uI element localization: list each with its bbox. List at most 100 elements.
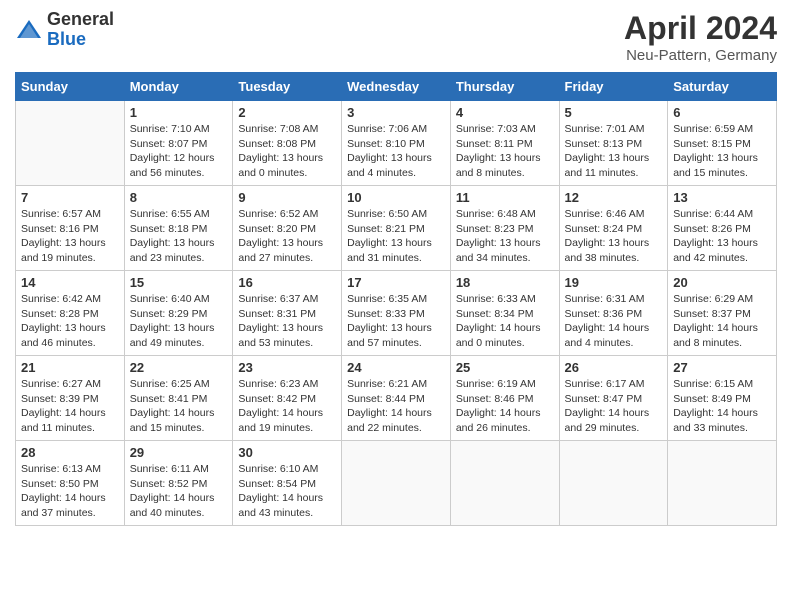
calendar-cell: 15 Sunrise: 6:40 AM Sunset: 8:29 PM Dayli… [124, 271, 233, 356]
logo-general-text: General [47, 10, 114, 30]
day-number: 3 [347, 105, 445, 120]
day-number: 4 [456, 105, 554, 120]
calendar-cell: 12 Sunrise: 6:46 AM Sunset: 8:24 PM Dayli… [559, 186, 668, 271]
day-number: 2 [238, 105, 336, 120]
day-number: 18 [456, 275, 554, 290]
day-number: 25 [456, 360, 554, 375]
calendar-cell [668, 441, 777, 526]
calendar-cell: 3 Sunrise: 7:06 AM Sunset: 8:10 PM Daylig… [342, 101, 451, 186]
day-info: Sunrise: 6:57 AM Sunset: 8:16 PM Dayligh… [21, 207, 119, 266]
calendar-cell [16, 101, 125, 186]
weekday-header: Sunday [16, 73, 125, 101]
day-info: Sunrise: 6:15 AM Sunset: 8:49 PM Dayligh… [673, 377, 771, 436]
day-number: 12 [565, 190, 663, 205]
day-number: 10 [347, 190, 445, 205]
day-info: Sunrise: 6:29 AM Sunset: 8:37 PM Dayligh… [673, 292, 771, 351]
day-number: 21 [21, 360, 119, 375]
day-number: 11 [456, 190, 554, 205]
calendar-cell: 9Sunrise: 6:52 AM Sunset: 8:20 PM Daylig… [233, 186, 342, 271]
day-info: Sunrise: 7:06 AM Sunset: 8:10 PM Dayligh… [347, 122, 445, 181]
title-block: April 2024 Neu-Pattern, Germany [624, 10, 777, 64]
day-number: 26 [565, 360, 663, 375]
calendar-cell: 24 Sunrise: 6:21 AM Sunset: 8:44 PM Dayli… [342, 356, 451, 441]
calendar-cell: 14 Sunrise: 6:42 AM Sunset: 8:28 PM Dayli… [16, 271, 125, 356]
calendar-cell: 22Sunrise: 6:25 AM Sunset: 8:41 PM Dayli… [124, 356, 233, 441]
day-number: 24 [347, 360, 445, 375]
day-info: Sunrise: 6:50 AM Sunset: 8:21 PM Dayligh… [347, 207, 445, 266]
day-info: Sunrise: 6:35 AM Sunset: 8:33 PM Dayligh… [347, 292, 445, 351]
page-header: General Blue April 2024 Neu-Pattern, Ger… [15, 10, 777, 64]
day-info: Sunrise: 6:42 AM Sunset: 8:28 PM Dayligh… [21, 292, 119, 351]
calendar-cell: 25 Sunrise: 6:19 AM Sunset: 8:46 PM Dayli… [450, 356, 559, 441]
day-number: 27 [673, 360, 771, 375]
day-info: Sunrise: 6:44 AM Sunset: 8:26 PM Dayligh… [673, 207, 771, 266]
weekday-header: Wednesday [342, 73, 451, 101]
calendar-cell: 1Sunrise: 7:10 AM Sunset: 8:07 PM Daylig… [124, 101, 233, 186]
day-info: Sunrise: 6:27 AM Sunset: 8:39 PM Dayligh… [21, 377, 119, 436]
calendar-cell: 20Sunrise: 6:29 AM Sunset: 8:37 PM Dayli… [668, 271, 777, 356]
calendar-cell: 13 Sunrise: 6:44 AM Sunset: 8:26 PM Dayli… [668, 186, 777, 271]
page-subtitle: Neu-Pattern, Germany [624, 47, 777, 64]
day-info: Sunrise: 6:19 AM Sunset: 8:46 PM Dayligh… [456, 377, 554, 436]
day-info: Sunrise: 6:21 AM Sunset: 8:44 PM Dayligh… [347, 377, 445, 436]
calendar-cell: 6 Sunrise: 6:59 AM Sunset: 8:15 PM Daylig… [668, 101, 777, 186]
day-info: Sunrise: 6:37 AM Sunset: 8:31 PM Dayligh… [238, 292, 336, 351]
day-number: 28 [21, 445, 119, 460]
weekday-header: Thursday [450, 73, 559, 101]
day-info: Sunrise: 7:03 AM Sunset: 8:11 PM Dayligh… [456, 122, 554, 181]
day-number: 14 [21, 275, 119, 290]
day-info: Sunrise: 6:55 AM Sunset: 8:18 PM Dayligh… [130, 207, 228, 266]
day-info: Sunrise: 7:10 AM Sunset: 8:07 PM Dayligh… [130, 122, 228, 181]
day-number: 19 [565, 275, 663, 290]
day-info: Sunrise: 6:46 AM Sunset: 8:24 PM Dayligh… [565, 207, 663, 266]
day-number: 15 [130, 275, 228, 290]
day-number: 5 [565, 105, 663, 120]
calendar-cell: 10 Sunrise: 6:50 AM Sunset: 8:21 PM Dayli… [342, 186, 451, 271]
calendar-cell: 30Sunrise: 6:10 AM Sunset: 8:54 PM Dayli… [233, 441, 342, 526]
day-number: 23 [238, 360, 336, 375]
logo: General Blue [15, 10, 114, 50]
day-number: 16 [238, 275, 336, 290]
calendar-week-row: 1Sunrise: 7:10 AM Sunset: 8:07 PM Daylig… [16, 101, 777, 186]
calendar-week-row: 28 Sunrise: 6:13 AM Sunset: 8:50 PM Dayli… [16, 441, 777, 526]
calendar-cell [559, 441, 668, 526]
day-info: Sunrise: 7:08 AM Sunset: 8:08 PM Dayligh… [238, 122, 336, 181]
calendar-cell: 23 Sunrise: 6:23 AM Sunset: 8:42 PM Dayli… [233, 356, 342, 441]
day-info: Sunrise: 6:10 AM Sunset: 8:54 PM Dayligh… [238, 462, 336, 521]
logo-blue-text: Blue [47, 30, 114, 50]
day-number: 29 [130, 445, 228, 460]
page-title: April 2024 [624, 10, 777, 47]
weekday-header: Saturday [668, 73, 777, 101]
calendar-cell: 5 Sunrise: 7:01 AM Sunset: 8:13 PM Daylig… [559, 101, 668, 186]
day-info: Sunrise: 6:23 AM Sunset: 8:42 PM Dayligh… [238, 377, 336, 436]
calendar-cell: 4 Sunrise: 7:03 AM Sunset: 8:11 PM Daylig… [450, 101, 559, 186]
day-number: 17 [347, 275, 445, 290]
calendar-cell: 27 Sunrise: 6:15 AM Sunset: 8:49 PM Dayli… [668, 356, 777, 441]
day-info: Sunrise: 6:59 AM Sunset: 8:15 PM Dayligh… [673, 122, 771, 181]
day-info: Sunrise: 6:11 AM Sunset: 8:52 PM Dayligh… [130, 462, 228, 521]
calendar-cell [450, 441, 559, 526]
day-number: 13 [673, 190, 771, 205]
calendar-cell: 26 Sunrise: 6:17 AM Sunset: 8:47 PM Dayli… [559, 356, 668, 441]
calendar-cell: 8 Sunrise: 6:55 AM Sunset: 8:18 PM Daylig… [124, 186, 233, 271]
day-number: 6 [673, 105, 771, 120]
day-number: 9 [238, 190, 336, 205]
day-number: 7 [21, 190, 119, 205]
calendar-cell: 2 Sunrise: 7:08 AM Sunset: 8:08 PM Daylig… [233, 101, 342, 186]
day-info: Sunrise: 6:40 AM Sunset: 8:29 PM Dayligh… [130, 292, 228, 351]
day-info: Sunrise: 6:25 AM Sunset: 8:41 PM Dayligh… [130, 377, 228, 436]
day-info: Sunrise: 6:33 AM Sunset: 8:34 PM Dayligh… [456, 292, 554, 351]
calendar-cell: 17 Sunrise: 6:35 AM Sunset: 8:33 PM Dayli… [342, 271, 451, 356]
calendar-cell: 18 Sunrise: 6:33 AM Sunset: 8:34 PM Dayli… [450, 271, 559, 356]
weekday-header: Tuesday [233, 73, 342, 101]
logo-icon [15, 16, 43, 44]
calendar-week-row: 14 Sunrise: 6:42 AM Sunset: 8:28 PM Dayli… [16, 271, 777, 356]
day-info: Sunrise: 7:01 AM Sunset: 8:13 PM Dayligh… [565, 122, 663, 181]
calendar-table: SundayMondayTuesdayWednesdayThursdayFrid… [15, 72, 777, 526]
day-info: Sunrise: 6:17 AM Sunset: 8:47 PM Dayligh… [565, 377, 663, 436]
calendar-cell: 29 Sunrise: 6:11 AM Sunset: 8:52 PM Dayli… [124, 441, 233, 526]
calendar-cell: 21 Sunrise: 6:27 AM Sunset: 8:39 PM Dayli… [16, 356, 125, 441]
day-info: Sunrise: 6:13 AM Sunset: 8:50 PM Dayligh… [21, 462, 119, 521]
day-number: 8 [130, 190, 228, 205]
calendar-cell: 19Sunrise: 6:31 AM Sunset: 8:36 PM Dayli… [559, 271, 668, 356]
